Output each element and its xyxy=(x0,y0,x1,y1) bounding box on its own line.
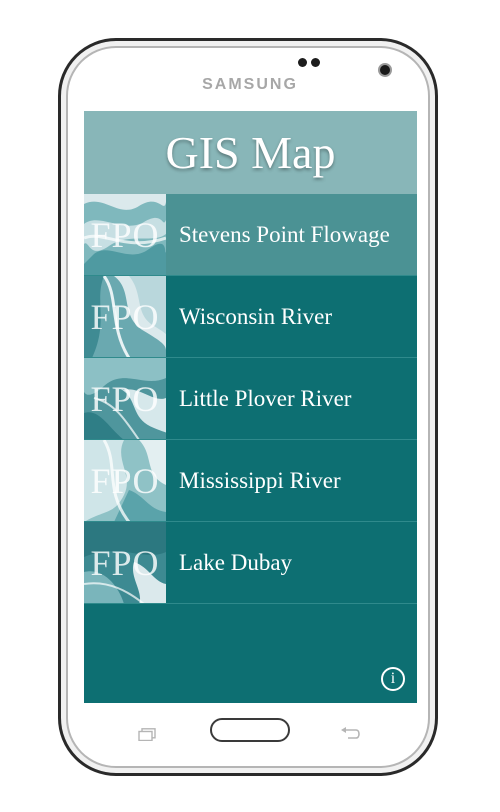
app-screen: GIS Map FPO Stevens Point Flowage FPO Wi… xyxy=(84,111,417,703)
list-item-label: Little Plover River xyxy=(179,385,352,411)
list-item-label: Stevens Point Flowage xyxy=(179,221,390,247)
app-header: GIS Map xyxy=(84,111,417,194)
recent-apps-icon[interactable] xyxy=(138,728,156,741)
map-thumbnail: FPO xyxy=(84,276,166,357)
map-thumbnail: FPO xyxy=(84,358,166,439)
home-button[interactable] xyxy=(210,718,290,742)
thumbnail-placeholder-text: FPO xyxy=(90,214,160,255)
map-thumbnail: FPO xyxy=(84,440,166,521)
front-camera xyxy=(380,65,390,75)
device-brand-logo: SAMSUNG xyxy=(202,76,298,93)
list-item-wisconsin-river[interactable]: FPO Wisconsin River xyxy=(84,276,417,358)
back-icon[interactable] xyxy=(340,726,362,742)
list-item-mississippi-river[interactable]: FPO Mississippi River xyxy=(84,440,417,522)
list-item-label: Wisconsin River xyxy=(179,303,333,329)
location-list: FPO Stevens Point Flowage FPO Wisconsin … xyxy=(84,194,417,604)
page-title: GIS Map xyxy=(165,127,336,178)
list-item-lake-dubay[interactable]: FPO Lake Dubay xyxy=(84,522,417,604)
thumbnail-placeholder-text: FPO xyxy=(90,378,160,419)
list-item-label: Mississippi River xyxy=(179,467,341,493)
list-item-stevens-point-flowage[interactable]: FPO Stevens Point Flowage xyxy=(84,194,417,276)
info-icon[interactable]: i xyxy=(381,667,405,691)
thumbnail-placeholder-text: FPO xyxy=(90,542,160,583)
list-item-label: Lake Dubay xyxy=(179,549,293,575)
thumbnail-placeholder-text: FPO xyxy=(90,296,160,337)
map-thumbnail: FPO xyxy=(84,194,166,275)
map-thumbnail: FPO xyxy=(84,522,166,603)
list-item-little-plover-river[interactable]: FPO Little Plover River xyxy=(84,358,417,440)
front-sensor xyxy=(298,58,320,67)
thumbnail-placeholder-text: FPO xyxy=(90,460,160,501)
hardware-nav-bar xyxy=(0,718,500,748)
